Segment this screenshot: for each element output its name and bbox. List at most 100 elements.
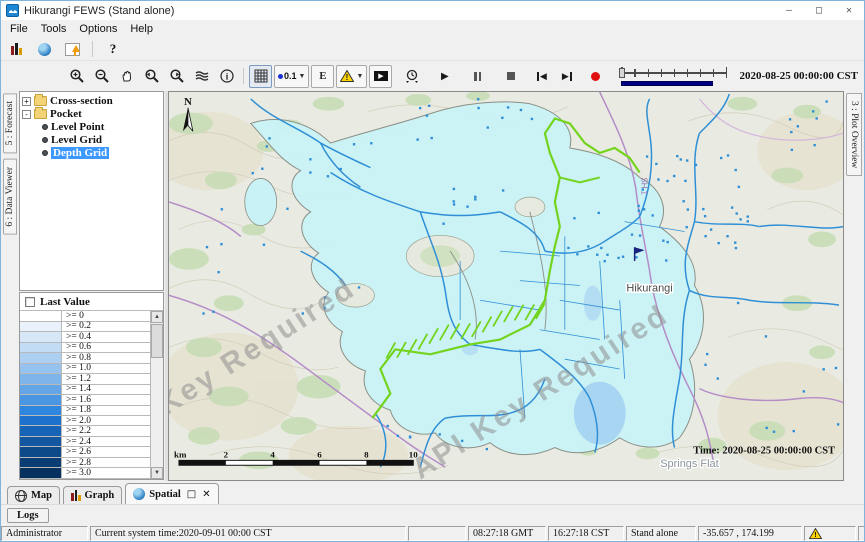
zoom-out-button[interactable]	[90, 65, 113, 88]
status-coordinates: -35.657 , 174.199	[698, 526, 802, 541]
tab-spatial[interactable]: Spatial □ ✕	[125, 483, 218, 504]
scrollbar-thumb[interactable]	[151, 324, 163, 358]
info-button[interactable]: i	[215, 65, 238, 88]
logs-button[interactable]: Logs	[7, 508, 49, 523]
tab-graph[interactable]: Graph	[63, 486, 122, 504]
help-button[interactable]: ?	[102, 39, 124, 59]
scroll-up-icon[interactable]: ▲	[151, 311, 163, 323]
layers-button[interactable]	[190, 65, 213, 88]
chevron-down-icon: ▼	[356, 73, 363, 80]
info-icon: i	[219, 68, 235, 84]
tab-map[interactable]: Map	[7, 486, 60, 504]
timeseries-dialog-button[interactable]	[61, 39, 83, 59]
map-display-button[interactable]	[33, 39, 55, 59]
grid-display-toggle[interactable]	[249, 65, 272, 88]
legend-row[interactable]: >= 2.2	[20, 426, 150, 436]
zoom-next-button[interactable]	[165, 65, 188, 88]
zoom-next-icon	[168, 68, 185, 84]
legend-threshold-label: >= 2.8	[62, 458, 150, 467]
tree-item-cross-section[interactable]: + Cross-section	[22, 95, 163, 108]
record-icon	[591, 72, 600, 81]
town-label: Hikurangi	[626, 282, 672, 294]
left-tab-strip: 5 : Forecast 6 : Data Viewer	[1, 91, 18, 481]
time-slider[interactable]	[619, 64, 729, 88]
collapse-icon[interactable]: -	[22, 110, 31, 119]
pan-button[interactable]	[115, 65, 138, 88]
legend-row[interactable]: >= 0.6	[20, 343, 150, 353]
expand-icon[interactable]: +	[22, 97, 31, 106]
label-icon: E	[319, 70, 326, 82]
menu-bar: File Tools Options Help	[1, 20, 864, 38]
legend-row[interactable]: >= 0.2	[20, 322, 150, 332]
legend-threshold-label: >= 0.8	[62, 353, 150, 362]
close-tab-icon[interactable]: ✕	[202, 489, 210, 500]
zoom-in-button[interactable]	[65, 65, 88, 88]
play-button[interactable]: ▶	[433, 65, 456, 88]
label-toggle-button[interactable]: E	[311, 65, 334, 88]
legend-threshold-label: >= 0.2	[62, 322, 150, 331]
minimize-button[interactable]: —	[774, 1, 804, 20]
contour-interval-dropdown[interactable]: 0.1 ▼	[274, 65, 309, 88]
legend-row[interactable]: >= 2.4	[20, 437, 150, 447]
tab-plot-overview[interactable]: 3 : Plot Overview	[846, 93, 862, 176]
maximize-button[interactable]: □	[804, 1, 834, 20]
legend-row[interactable]: >= 1.2	[20, 374, 150, 384]
tree-item-depth-grid[interactable]: Depth Grid	[22, 146, 163, 159]
tree-item-level-point[interactable]: Level Point	[22, 121, 163, 134]
menu-help[interactable]: Help	[125, 21, 161, 37]
legend-row[interactable]: >= 0.4	[20, 332, 150, 342]
legend-threshold-label: >= 1.6	[62, 395, 150, 404]
legend-row[interactable]: >= 1.8	[20, 406, 150, 416]
legend-row[interactable]: >= 1.4	[20, 385, 150, 395]
legend-threshold-label: >= 1.4	[62, 385, 150, 394]
pause-button[interactable]	[466, 65, 489, 88]
warning-icon: !	[340, 70, 354, 82]
step-forward-button[interactable]: ▶	[555, 65, 578, 88]
folder-icon	[34, 109, 47, 119]
legend-row[interactable]: >= 1.6	[20, 395, 150, 405]
legend-row[interactable]: >= 0.8	[20, 353, 150, 363]
legend-scrollbar[interactable]: ▲ ▼	[150, 311, 163, 479]
status-user: Administrator	[1, 526, 88, 541]
legend-row[interactable]: >= 1.0	[20, 364, 150, 374]
legend-swatch	[20, 332, 62, 341]
pan-hand-icon	[119, 68, 135, 84]
tree-item-pocket[interactable]: - Pocket	[22, 108, 163, 121]
set-time-button[interactable]	[400, 65, 423, 88]
status-warning[interactable]: !	[804, 526, 856, 541]
tree-item-level-grid[interactable]: Level Grid	[22, 133, 163, 146]
last-value-checkbox[interactable]	[25, 297, 35, 307]
legend-row[interactable]: >= 0	[20, 311, 150, 321]
map-view[interactable]: API Key Required API Key Required Hikura…	[168, 91, 844, 481]
status-system-time: Current system time:2020-09-01 00:00 CST	[90, 526, 406, 541]
legend-row[interactable]: >= 3.0	[20, 468, 150, 478]
database-viewer-button[interactable]	[5, 39, 27, 59]
tab-data-viewer[interactable]: 6 : Data Viewer	[3, 159, 17, 235]
tab-spatial-label: Spatial	[149, 489, 181, 500]
legend-row[interactable]: >= 2.8	[20, 458, 150, 468]
legend-swatch	[20, 322, 62, 331]
menu-options[interactable]: Options	[74, 21, 125, 37]
stop-button[interactable]	[499, 65, 522, 88]
map-time-label: Time: 2020-08-25 00:00:00 CST	[693, 446, 835, 457]
tab-forecast[interactable]: 5 : Forecast	[3, 93, 17, 153]
warning-layer-dropdown[interactable]: ! ▼	[336, 65, 367, 88]
undock-tab-icon[interactable]: □	[187, 489, 196, 500]
legend-swatch	[20, 426, 62, 435]
time-slider-thumb[interactable]	[619, 68, 625, 78]
zoom-previous-button[interactable]	[140, 65, 163, 88]
close-button[interactable]: ✕	[834, 1, 864, 20]
legend-row[interactable]: >= 2.0	[20, 416, 150, 426]
tree-item-label: Pocket	[50, 108, 82, 120]
scroll-down-icon[interactable]: ▼	[151, 467, 163, 479]
record-button[interactable]	[584, 65, 607, 88]
svg-text:i: i	[225, 71, 228, 81]
menu-tools[interactable]: Tools	[36, 21, 75, 37]
app-window: Hikurangi FEWS (Stand alone) — □ ✕ File …	[0, 0, 865, 542]
step-back-button[interactable]: ◀	[530, 65, 553, 88]
map-canvas: API Key Required API Key Required Hikura…	[169, 92, 843, 480]
legend-row[interactable]: >= 2.6	[20, 447, 150, 457]
legend-threshold-label: >= 2.6	[62, 447, 150, 456]
animation-panel-button[interactable]: ▶	[369, 65, 392, 88]
menu-file[interactable]: File	[5, 21, 36, 37]
